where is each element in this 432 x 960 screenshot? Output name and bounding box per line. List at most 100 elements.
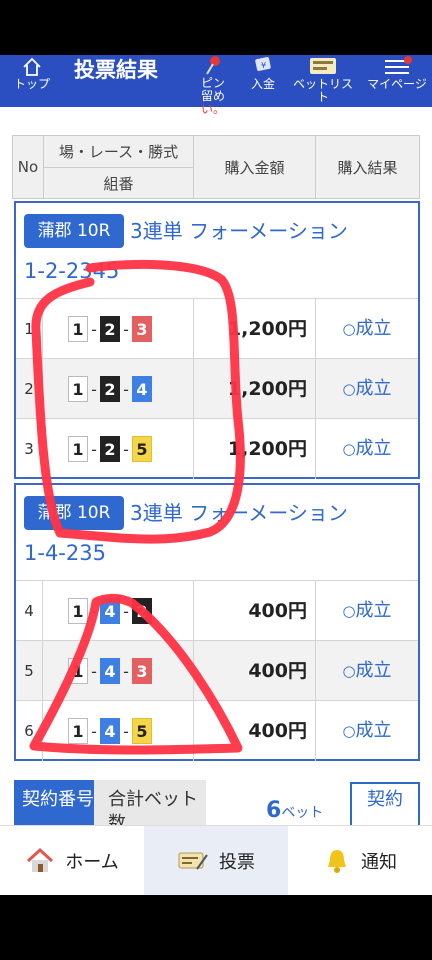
- app-screen: トップ 投票結果 ピン留め い。 ¥ 入金 ベットリスト マイページ No 場・…: [0, 0, 432, 960]
- footer-vote-label: 投票: [219, 852, 255, 873]
- row-combo: 1-4-5: [44, 701, 194, 761]
- nav-top[interactable]: トップ: [6, 55, 58, 107]
- results-table: No 場・レース・勝式 組番 購入金額 購入結果 蒲郡 10R 3連単 フォーメ…: [12, 135, 420, 825]
- deposit-icon: ¥: [255, 57, 271, 71]
- row-amount: 1,200円: [194, 359, 316, 419]
- boat-number: 4: [100, 718, 120, 744]
- nav-top-label: トップ: [13, 77, 50, 91]
- boat-number: 2: [100, 436, 120, 462]
- bottom-nav: ホーム 投票 通知: [0, 825, 432, 896]
- row-no: 2: [16, 359, 43, 419]
- row-no: 4: [16, 581, 43, 641]
- total-bets-label: 合計ベット数: [94, 780, 206, 825]
- boat-number: 2: [100, 316, 120, 342]
- result-text: 成立: [355, 378, 392, 399]
- boat-number: 1: [68, 658, 88, 684]
- footer-notify-label: 通知: [361, 852, 397, 873]
- contract-button[interactable]: 契約: [350, 782, 420, 825]
- boat-number: 1: [68, 436, 88, 462]
- row-amount: 1,200円: [194, 419, 316, 479]
- home-icon: [23, 57, 41, 76]
- svg-text:¥: ¥: [261, 61, 266, 70]
- boat-number: 3: [132, 316, 152, 342]
- footer-notify[interactable]: 通知: [288, 826, 432, 896]
- table-row[interactable]: 4 1-4-2 400円 ○成立: [16, 580, 418, 641]
- header-no: No: [17, 158, 39, 176]
- result-text: 成立: [355, 660, 392, 681]
- result-text: 成立: [355, 600, 392, 621]
- boat-number: 3: [132, 658, 152, 684]
- nav-betlist[interactable]: ベットリスト: [290, 55, 356, 107]
- header-result: 購入結果: [337, 158, 398, 177]
- boat-number: 4: [100, 598, 120, 624]
- row-amount: 400円: [194, 581, 316, 641]
- total-bets-value: 6ベット: [266, 798, 323, 823]
- table-header: No 場・レース・勝式 組番 購入金額 購入結果: [12, 135, 420, 199]
- row-combo: 1-2-3: [44, 299, 194, 359]
- row-amount: 1,200円: [194, 299, 316, 359]
- row-combo: 1-2-5: [44, 419, 194, 479]
- boat-number: 2: [132, 598, 152, 624]
- betlist-icon: [310, 58, 336, 74]
- nav-betlist-label: ベットリスト: [292, 78, 353, 104]
- nav-pin[interactable]: ピン留め い。: [185, 55, 241, 116]
- bell-icon: [328, 850, 346, 873]
- home-icon: [27, 847, 54, 872]
- page-title: 投票結果: [74, 58, 158, 82]
- header-amount: 購入金額: [224, 158, 285, 177]
- nav-mypage[interactable]: マイページ: [366, 55, 428, 107]
- venue-badge: 蒲郡 10R: [24, 496, 124, 530]
- table-row[interactable]: 3 1-2-5 1,200円 ○成立: [16, 418, 418, 479]
- row-no: 6: [16, 701, 43, 761]
- result-text: 成立: [355, 438, 392, 459]
- nav-pin-label: ピン留め: [200, 76, 225, 103]
- nav-deposit[interactable]: ¥ 入金: [243, 55, 283, 107]
- menu-icon: [385, 56, 412, 74]
- footer-home[interactable]: ホーム: [0, 826, 144, 896]
- row-result: ○成立: [342, 378, 392, 399]
- row-amount: 400円: [194, 641, 316, 701]
- combo-summary: 1-2-2345: [24, 259, 120, 283]
- footer-home-label: ホーム: [65, 852, 119, 873]
- row-result: ○成立: [342, 318, 392, 339]
- total-bets-unit: ベット: [281, 805, 324, 821]
- table-row[interactable]: 5 1-4-3 400円 ○成立: [16, 640, 418, 701]
- boat-number: 1: [68, 598, 88, 624]
- row-result: ○成立: [342, 438, 392, 459]
- row-amount: 400円: [194, 701, 316, 761]
- result-text: 成立: [355, 720, 392, 741]
- summary-bar: 契約番号 合計ベット数 6ベット 契約: [12, 780, 420, 825]
- pin-icon: [206, 56, 220, 75]
- row-result: ○成立: [342, 660, 392, 681]
- nav-mypage-label: マイページ: [367, 78, 427, 91]
- row-combo: 1-4-2: [44, 581, 194, 641]
- row-combo: 1-4-3: [44, 641, 194, 701]
- row-result: ○成立: [342, 720, 392, 741]
- total-bets-number: 6: [266, 798, 282, 823]
- nav-deposit-label: 入金: [250, 77, 275, 91]
- boat-number: 2: [100, 376, 120, 402]
- row-no: 1: [16, 299, 43, 359]
- bet-type: 3連単 フォーメーション: [130, 219, 348, 243]
- bet-type: 3連単 フォーメーション: [130, 501, 348, 525]
- bet-block: 蒲郡 10R 3連単 フォーメーション 1-4-235 4 1-4-2 400円…: [14, 483, 420, 761]
- boat-number: 1: [68, 316, 88, 342]
- table-row[interactable]: 2 1-2-4 1,200円 ○成立: [16, 358, 418, 419]
- footer-vote[interactable]: 投票: [144, 826, 288, 896]
- table-row[interactable]: 6 1-4-5 400円 ○成立: [16, 700, 418, 761]
- row-no: 5: [16, 641, 43, 701]
- result-text: 成立: [355, 318, 392, 339]
- boat-number: 4: [132, 376, 152, 402]
- contract-number-label: 契約番号: [14, 780, 94, 825]
- boat-number: 1: [68, 718, 88, 744]
- ticket-icon: [178, 852, 208, 870]
- header-bar: トップ 投票結果 ピン留め い。 ¥ 入金 ベットリスト マイページ: [0, 55, 432, 116]
- row-combo: 1-2-4: [44, 359, 194, 419]
- combo-summary: 1-4-235: [24, 541, 106, 565]
- nav-pin-overflow: い。: [200, 102, 225, 116]
- table-row[interactable]: 1 1-2-3 1,200円 ○成立: [16, 298, 418, 359]
- boat-number: 5: [132, 718, 152, 744]
- boat-number: 5: [132, 436, 152, 462]
- row-result: ○成立: [342, 600, 392, 621]
- bet-block: 蒲郡 10R 3連単 フォーメーション 1-2-2345 1 1-2-3 1,2…: [14, 201, 420, 479]
